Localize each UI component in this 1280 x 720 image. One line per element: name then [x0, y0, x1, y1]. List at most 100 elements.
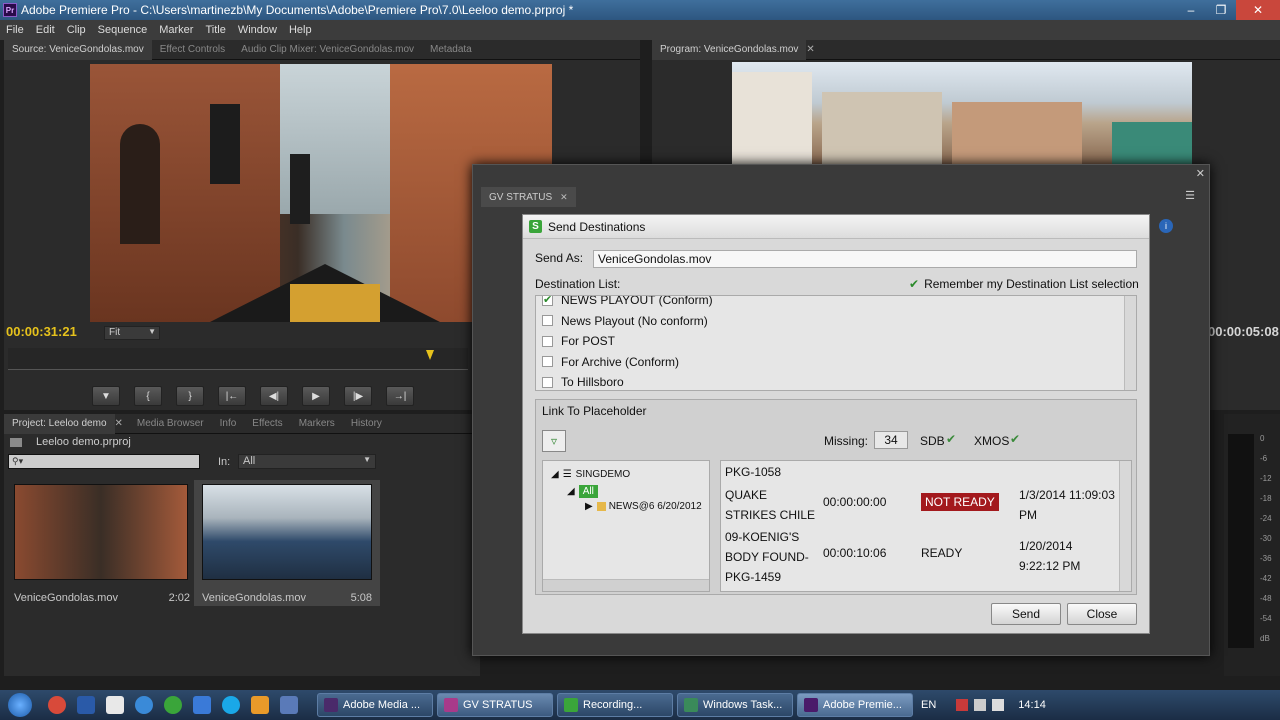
- tree-all[interactable]: All: [578, 485, 598, 498]
- list-item[interactable]: For POST: [536, 331, 1136, 352]
- app-icon[interactable]: [280, 696, 298, 714]
- menu-edit[interactable]: Edit: [36, 24, 55, 36]
- document-icon[interactable]: [106, 696, 124, 714]
- tab-markers[interactable]: Markers: [291, 414, 343, 434]
- mark-in-button[interactable]: {: [134, 386, 162, 406]
- tab-audio-clip-mixer[interactable]: Audio Clip Mixer: VeniceGondolas.mov: [233, 40, 422, 60]
- spotify-icon[interactable]: [164, 696, 182, 714]
- list-item[interactable]: News Playout (No conform): [536, 311, 1136, 332]
- checkbox[interactable]: [542, 296, 553, 306]
- taskbar-gv-stratus[interactable]: GV STRATUS: [437, 693, 553, 717]
- tab-source[interactable]: Source: VeniceGondolas.mov: [4, 39, 152, 60]
- placeholder-table[interactable]: PKG-1058 QUAKE STRIKES CHILE 00:00:00:00…: [720, 460, 1132, 592]
- tab-media-browser[interactable]: Media Browser: [129, 414, 212, 434]
- menu-title[interactable]: Title: [205, 24, 225, 36]
- close-icon[interactable]: ✕: [806, 44, 814, 55]
- step-back-button[interactable]: ◀|: [260, 386, 288, 406]
- tree-scrollbar[interactable]: [543, 579, 709, 591]
- menu-marker[interactable]: Marker: [159, 24, 193, 36]
- tab-metadata[interactable]: Metadata: [422, 40, 480, 60]
- play-button[interactable]: ▶: [302, 386, 330, 406]
- collapse-icon[interactable]: ◢: [551, 469, 559, 480]
- tree-root[interactable]: SINGDEMO: [576, 469, 630, 480]
- taskbar-task-manager[interactable]: Windows Task...: [677, 693, 793, 717]
- clock[interactable]: 14:14: [1018, 699, 1046, 711]
- ie-icon[interactable]: [135, 696, 153, 714]
- close-icon[interactable]: ✕: [1196, 167, 1205, 180]
- program-video-frame: [732, 62, 1192, 164]
- remember-selection-checkbox[interactable]: ✔ Remember my Destination List selection: [909, 277, 1139, 291]
- tab-program[interactable]: Program: VeniceGondolas.mov: [652, 39, 807, 60]
- minimize-button[interactable]: –: [1176, 0, 1206, 20]
- xmos-label: XMOS: [974, 434, 1010, 448]
- table-scrollbar[interactable]: [1119, 461, 1131, 591]
- chrome-icon[interactable]: [48, 696, 66, 714]
- network-icon[interactable]: [974, 699, 987, 711]
- mark-out-button[interactable]: }: [176, 386, 204, 406]
- dropbox-icon[interactable]: [193, 696, 211, 714]
- project-item-selected[interactable]: VeniceGondolas.mov 5:08: [194, 480, 380, 606]
- menu-clip[interactable]: Clip: [67, 24, 86, 36]
- list-item[interactable]: For Archive (Conform): [536, 352, 1136, 373]
- step-forward-button[interactable]: |▶: [344, 386, 372, 406]
- tab-history[interactable]: History: [343, 414, 390, 434]
- source-timecode[interactable]: 00:00:31:21: [6, 324, 77, 339]
- close-button[interactable]: Close: [1067, 603, 1137, 625]
- tree-child[interactable]: NEWS@6 6/20/2012: [609, 501, 702, 512]
- project-search-input[interactable]: ⚲▾: [8, 454, 200, 469]
- menu-file[interactable]: File: [6, 24, 24, 36]
- taskbar-adobe-premiere[interactable]: Adobe Premie...: [797, 693, 913, 717]
- table-row[interactable]: PKG-1058: [721, 461, 1121, 483]
- checkbox[interactable]: [542, 376, 553, 388]
- collapse-icon[interactable]: ◢: [567, 486, 575, 497]
- app-icon[interactable]: [251, 696, 269, 714]
- placeholder-tree[interactable]: ◢ ☰ SINGDEMO ◢ All ▶ NEWS@6 6/20/2012: [542, 460, 710, 592]
- list-item[interactable]: To Hillsboro: [536, 372, 1136, 390]
- destination-scrollbar[interactable]: [1124, 296, 1136, 390]
- menu-sequence[interactable]: Sequence: [98, 24, 148, 36]
- close-icon[interactable]: ✕: [115, 418, 123, 429]
- checkbox[interactable]: [542, 335, 553, 347]
- program-timecode[interactable]: 00:00:05:08: [1208, 324, 1279, 339]
- word-icon[interactable]: [77, 696, 95, 714]
- tray-icon[interactable]: [956, 699, 969, 711]
- checkbox[interactable]: [542, 315, 553, 327]
- fit-dropdown[interactable]: Fit ▼: [104, 326, 160, 340]
- menu-window[interactable]: Window: [238, 24, 277, 36]
- source-timeline-ruler[interactable]: [8, 348, 468, 370]
- in-dropdown[interactable]: All ▼: [238, 454, 376, 469]
- project-item[interactable]: VeniceGondolas.mov 2:02: [8, 480, 194, 606]
- maximize-button[interactable]: ❐: [1206, 0, 1236, 20]
- taskbar-recording[interactable]: Recording...: [557, 693, 673, 717]
- destination-list[interactable]: NEWS PLAYOUT (Conform) News Playout (No …: [535, 295, 1137, 391]
- info-icon[interactable]: i: [1159, 219, 1173, 233]
- send-as-input[interactable]: VeniceGondolas.mov: [593, 250, 1137, 268]
- tab-project[interactable]: Project: Leeloo demo: [4, 413, 115, 434]
- menu-help[interactable]: Help: [289, 24, 312, 36]
- start-button[interactable]: [0, 690, 40, 720]
- add-marker-button[interactable]: ▼: [92, 386, 120, 406]
- volume-icon[interactable]: [992, 699, 1005, 711]
- playhead-marker-icon[interactable]: [426, 350, 434, 360]
- go-to-out-button[interactable]: →|: [386, 386, 414, 406]
- table-row[interactable]: 09-KOENIG'S BODY FOUND- PKG-1459 00:00:1…: [721, 525, 1121, 589]
- checkbox[interactable]: [542, 356, 553, 368]
- filter-button[interactable]: ▿: [542, 430, 566, 452]
- send-button[interactable]: Send: [991, 603, 1061, 625]
- panel-menu-icon[interactable]: ☰: [1185, 189, 1195, 202]
- close-icon[interactable]: ✕: [560, 192, 568, 203]
- tab-info[interactable]: Info: [212, 414, 245, 434]
- tab-gv-stratus[interactable]: GV STRATUS: [489, 192, 552, 203]
- table-row[interactable]: QUAKE STRIKES CHILE 00:00:00:00 NOT READ…: [721, 483, 1127, 525]
- task-manager-icon: [684, 698, 698, 712]
- tab-effects[interactable]: Effects: [244, 414, 290, 434]
- close-window-button[interactable]: ✕: [1236, 0, 1280, 20]
- language-indicator[interactable]: EN: [921, 699, 936, 711]
- go-to-in-button[interactable]: |←: [218, 386, 246, 406]
- expand-icon[interactable]: ▶: [585, 501, 593, 512]
- skype-icon[interactable]: [222, 696, 240, 714]
- taskbar-adobe-media[interactable]: Adobe Media ...: [317, 693, 433, 717]
- tab-effect-controls[interactable]: Effect Controls: [152, 40, 233, 60]
- list-item[interactable]: NEWS PLAYOUT (Conform): [536, 296, 1136, 311]
- status-text: READY: [921, 546, 963, 560]
